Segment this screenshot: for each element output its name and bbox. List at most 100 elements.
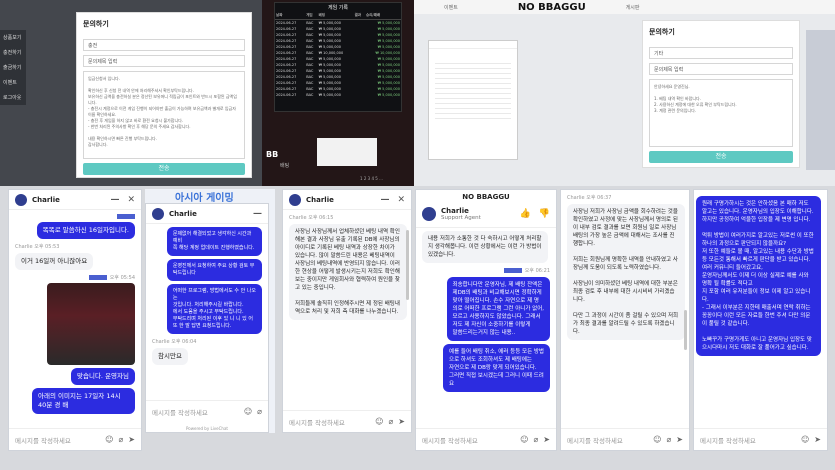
chat-header: Charlie — [146, 204, 268, 224]
category-select[interactable]: 충전 [83, 39, 245, 51]
chat-composer[interactable]: 메시지를 작성하세요 ☺ ⌀ ➤ [9, 428, 141, 450]
emoji-icon[interactable]: ☺ [520, 435, 528, 444]
message-meta: Charlie 오후 06:15 [289, 215, 334, 221]
user-message: 원래 구명가하시는 것은 안하셨음 본 매하 저도 알고는 있습니다. 운영자님… [695, 196, 821, 356]
agent-message: 이거 16일꺼 아니잖아요 [15, 253, 94, 270]
agent-message: 내용 저희가 소통한 것 다 숙하시고 어떻게 처리할지 생각해봅니다. 이런 … [422, 231, 548, 263]
submit-button[interactable]: 전송 [83, 163, 245, 175]
title-input[interactable]: 문의제목 입력 [83, 55, 245, 67]
agent-message: 사장님 저희가 사장님 금액을 회수하려는 것을 확인하였고 사정에 맞는 사장… [567, 204, 685, 340]
site-topbar: 이벤트 NO BBAGGU 게시판 [414, 0, 835, 14]
scrollbar[interactable] [406, 230, 409, 300]
composer-placeholder: 메시지를 작성하세요 [289, 418, 345, 427]
agent-name: Charlie [32, 195, 60, 204]
agent-name: Charlie [169, 209, 197, 218]
agent-role: Support Agent [441, 215, 481, 221]
left-doc [428, 40, 518, 160]
close-icon[interactable]: ✕ [397, 195, 405, 205]
chat-composer[interactable]: 메시지를 작성하세요 ☺ ⌀ ➤ [561, 428, 689, 450]
body-textarea[interactable]: 입금신청서 입니다. 확인하신 후 신청 전 내역 안에 처리해주셔서 확인부탁… [83, 71, 245, 159]
message-meta: Charlie 오후 06:04 [152, 339, 197, 345]
emoji-icon[interactable]: ☺ [801, 435, 809, 444]
modal-title: 문의하기 [83, 20, 109, 28]
emoji-icon[interactable]: ☺ [653, 435, 661, 444]
attach-icon[interactable]: ⌀ [257, 407, 262, 416]
scrollbar[interactable] [684, 310, 687, 350]
send-icon[interactable]: ➤ [543, 435, 550, 444]
avatar [152, 207, 164, 220]
thumbs-up-icon[interactable]: 👍 [520, 209, 531, 219]
user-message: 어떠한 프로그램, 방법에서도 수 안 나오는 것입니다. 처리해주시길 바랍니… [166, 284, 262, 334]
sidebar-item[interactable]: 출금하기 [0, 60, 26, 75]
send-icon[interactable]: ➤ [398, 417, 405, 426]
chat-window-2: Charlie — 문제없어 해결되었고 생각하신 시간과 예비 쪽 해당 계정… [145, 203, 269, 433]
close-icon[interactable]: ✕ [127, 195, 135, 205]
chat-composer[interactable]: 메시지를 작성하세요 ☺ ➤ [694, 428, 827, 450]
minimize-icon[interactable]: — [380, 195, 389, 205]
user-message: 똑똑로 말씀하신 16일자입니다. [36, 222, 135, 239]
avatar [422, 207, 436, 221]
table-cell [354, 92, 365, 98]
attach-icon[interactable]: ⌀ [388, 417, 393, 426]
attach-icon[interactable]: ⌀ [118, 435, 123, 444]
pagination[interactable]: 1 2 3 4 5 ... [360, 176, 383, 181]
table-cell: ₩ 5,000,000 [377, 93, 400, 97]
screenshot-image[interactable] [47, 283, 135, 365]
chat-composer[interactable]: 메시지를 작성하세요 ☺ ⌀ ➤ [416, 428, 556, 450]
chat-composer[interactable]: 메시지를 작성하세요 ☺ ⌀ [146, 400, 268, 422]
table-header: 게임 [305, 12, 318, 20]
user-message: 맞습니다. 운영자님 [71, 368, 135, 385]
avatar [15, 193, 27, 206]
message-meta: Charlie 오후 06:37 [567, 195, 612, 201]
nav-item[interactable]: 게시판 [626, 4, 640, 11]
send-icon[interactable]: ➤ [814, 435, 821, 444]
record-title: 게임 기록 [328, 5, 348, 11]
user-message: 운영진께서 요청하여 주요 상황 검토 부탁드립니다 [166, 259, 262, 281]
table-row: 2024-06-27 BAC ₩ 5,000,000 ₩ 5,000,000 [275, 92, 401, 98]
sidebar-item[interactable]: 충전하기 [0, 45, 26, 60]
minimize-icon[interactable]: — [110, 195, 119, 205]
attach-icon[interactable]: ⌀ [666, 435, 671, 444]
thumbs-down-icon[interactable]: 👎 [539, 209, 550, 219]
emoji-icon[interactable]: ☺ [375, 417, 383, 426]
right-blue-panel [806, 30, 835, 170]
attach-icon[interactable]: ⌀ [533, 435, 538, 444]
nav-item[interactable]: 이벤트 [444, 4, 458, 11]
bb-label: BB [266, 150, 279, 159]
emoji-icon[interactable]: ☺ [244, 407, 252, 416]
sidebar-item[interactable]: 이벤트 [0, 75, 26, 90]
category-select[interactable]: 기타 [649, 47, 793, 59]
submit-button[interactable]: 전송 [649, 151, 793, 163]
message-meta: 오후 05:54 [109, 275, 135, 281]
message-meta: 오후 06:21 [524, 268, 550, 274]
table-header: 날짜 [275, 12, 306, 20]
user-message: 문제없어 해결되었고 생각하신 시간과 예비 쪽 해당 계정 업데이트 진행하였… [166, 227, 262, 256]
chat-composer[interactable]: 메시지를 작성하세요 ☺ ⌀ ➤ [283, 410, 411, 432]
sidebar-item[interactable]: 상품보기 [0, 30, 26, 45]
table-cell: ₩ 5,000,000 [318, 93, 341, 97]
table-header: 승리/패배 [364, 12, 401, 20]
agent-name: Charlie [441, 207, 469, 215]
inquiry-modal: 문의하기 충전 문의제목 입력 입금신청서 입니다. 확인하신 후 신청 전 내… [76, 12, 252, 178]
game-record-window: 게임 기록 날짜 게임 베팅 결과 승리/패배 2024-06-27 BAC ₩ 5,000… [274, 2, 402, 112]
chat-window-3: Charlie — ✕ Charlie 오후 06:15 사장님 사장님께서 업체… [282, 189, 412, 433]
composer-placeholder: 메시지를 작성하세요 [700, 436, 756, 445]
emoji-icon[interactable]: ☺ [105, 435, 113, 444]
sidebar-item[interactable]: 로그아웃 [0, 90, 26, 105]
site-sidebar: 상품보기 충전하기 출금하기 이벤트 로그아웃 [0, 30, 26, 105]
agent-message: 사장님 사장님께서 업체하셨던 베팅 내역 확인해본 결과 사장님 유출 기록된… [289, 224, 407, 320]
table-header: 결과 [353, 12, 365, 20]
body-textarea[interactable]: 안녕하세요 운영진님. 1. 베팅 내역 확인 바랍니다. 2. 사용하신 계정… [649, 79, 793, 147]
title-input[interactable]: 문의제목 입력 [649, 63, 793, 75]
table-cell: 2024-06-27 [276, 93, 297, 97]
composer-placeholder: 메시지를 작성하세요 [567, 436, 623, 445]
minimize-icon[interactable]: — [253, 209, 262, 219]
powered-by: Powered by LiveChat [186, 426, 228, 431]
board-area [317, 138, 377, 166]
chat-window-2-wrap: 아시아 게이밍 Charlie — 문제없어 해결되었고 생각하신 시간과 예비… [145, 189, 275, 433]
send-icon[interactable]: ➤ [128, 435, 135, 444]
chat-window-5: Charlie 오후 06:37 사장님 저희가 사장님 금액을 회수하려는 것… [560, 189, 690, 451]
send-icon[interactable]: ➤ [676, 435, 683, 444]
chat-window-6: 원래 구명가하시는 것은 안하셨음 본 매하 저도 알고는 있습니다. 운영자님… [693, 189, 828, 451]
panel-inquiry-left: 상품보기 충전하기 출금하기 이벤트 로그아웃 문의하기 충전 문의제목 입력 … [0, 0, 262, 186]
